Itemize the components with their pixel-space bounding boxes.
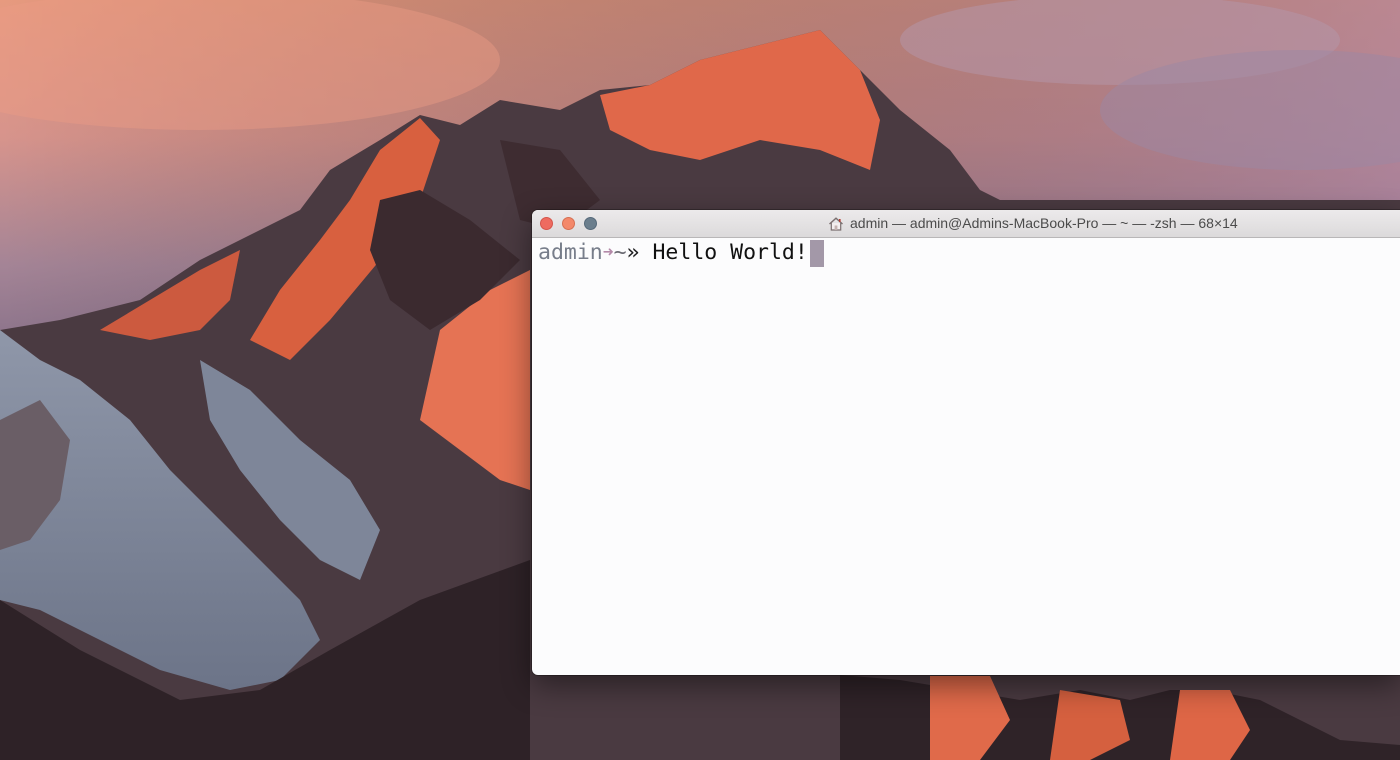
- window-title-group: admin — admin@Admins-MacBook-Pro — ~ — -…: [828, 210, 1238, 237]
- text-cursor: [809, 239, 824, 267]
- terminal-content[interactable]: admin ➜ ~» Hello World!: [532, 238, 1400, 675]
- zoom-icon[interactable]: [584, 217, 597, 230]
- home-icon: [829, 216, 843, 231]
- minimize-icon[interactable]: [562, 217, 575, 230]
- terminal-window[interactable]: admin — admin@Admins-MacBook-Pro — ~ — -…: [532, 210, 1400, 675]
- command-text: Hello World!: [652, 240, 808, 265]
- prompt-user: admin: [538, 240, 603, 265]
- window-titlebar[interactable]: admin — admin@Admins-MacBook-Pro — ~ — -…: [532, 210, 1400, 238]
- window-title: admin — admin@Admins-MacBook-Pro — ~ — -…: [850, 215, 1238, 231]
- prompt-chevron: »: [626, 240, 640, 265]
- close-icon[interactable]: [540, 217, 553, 230]
- prompt-path: ~: [613, 240, 627, 265]
- prompt-line: admin ➜ ~» Hello World!: [538, 238, 1400, 268]
- prompt-arrow: ➜: [602, 242, 614, 263]
